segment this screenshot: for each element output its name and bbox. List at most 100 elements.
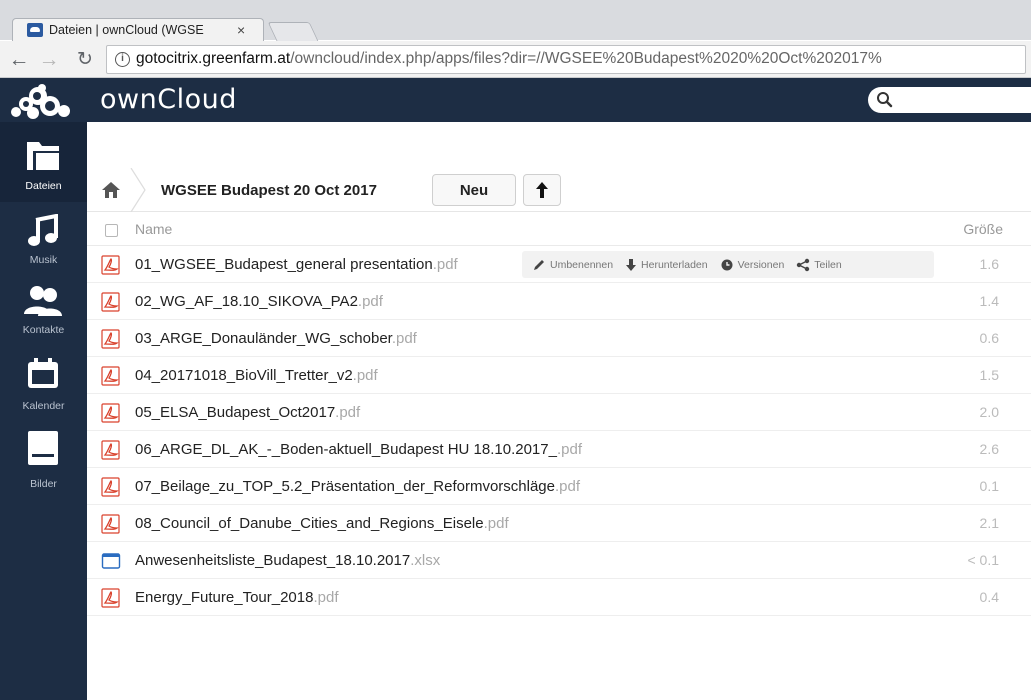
reload-icon[interactable]: ↻	[74, 50, 96, 69]
file-name[interactable]: 04_20171018_BioVill_Tretter_v2.pdf	[135, 367, 378, 384]
nav-item-musik[interactable]: Musik	[0, 202, 87, 282]
pdf-file-icon	[101, 366, 121, 386]
pdf-file-icon	[101, 588, 121, 608]
file-row-7[interactable]: 07_Beilage_zu_TOP_5.2_Präsentation_der_R…	[87, 468, 1031, 505]
nav-item-bilder[interactable]: Bilder	[0, 431, 87, 522]
rename-action[interactable]: Umbenennen	[532, 258, 613, 272]
file-table-header: Name Größe	[87, 212, 1031, 246]
file-basename: 04_20171018_BioVill_Tretter_v2	[135, 367, 353, 384]
pdf-file-icon	[101, 514, 121, 534]
home-icon[interactable]	[101, 180, 121, 200]
file-name[interactable]: 05_ELSA_Budapest_Oct2017.pdf	[135, 404, 360, 421]
file-extension: .pdf	[432, 256, 458, 273]
breadcrumb-separator	[130, 168, 146, 212]
file-extension: .pdf	[313, 589, 339, 606]
pictures-icon	[28, 431, 58, 465]
share-action[interactable]: Teilen	[796, 258, 842, 272]
file-name[interactable]: 06_ARGE_DL_AK_-_Boden-aktuell_Budapest H…	[135, 441, 582, 458]
nav-label-dateien: Dateien	[25, 180, 62, 192]
tab-title: Dateien | ownCloud (WGSE	[49, 23, 204, 37]
file-basename: 03_ARGE_Donauländer_WG_schober	[135, 330, 392, 347]
file-size: 0.1	[979, 478, 999, 494]
file-extension: .pdf	[391, 330, 417, 347]
file-basename: 06_ARGE_DL_AK_-_Boden-aktuell_Budapest H…	[135, 441, 557, 458]
file-row-8[interactable]: 08_Council_of_Danube_Cities_and_Regions_…	[87, 505, 1031, 542]
select-all-checkbox[interactable]	[105, 224, 118, 237]
file-size: 0.6	[979, 330, 999, 346]
file-name[interactable]: 08_Council_of_Danube_Cities_and_Regions_…	[135, 515, 509, 532]
nav-label-bilder: Bilder	[30, 478, 57, 490]
controls-bar: WGSEE Budapest 20 Oct 2017 Neu	[87, 168, 1031, 212]
music-icon	[28, 214, 58, 246]
spreadsheet-file-icon	[101, 551, 121, 571]
column-header-size[interactable]: Größe	[963, 221, 1003, 237]
history-icon	[721, 259, 733, 270]
versions-action[interactable]: Versionen	[720, 258, 784, 272]
file-name[interactable]: 02_WG_AF_18.10_SIKOVA_PA2.pdf	[135, 293, 383, 310]
file-size: < 0.1	[967, 552, 999, 568]
file-name[interactable]: Energy_Future_Tour_2018.pdf	[135, 589, 339, 606]
file-extension: .pdf	[335, 404, 361, 421]
file-basename: 08_Council_of_Danube_Cities_and_Regions_…	[135, 515, 484, 532]
new-tab-button[interactable]	[267, 22, 319, 41]
file-row-6[interactable]: 06_ARGE_DL_AK_-_Boden-aktuell_Budapest H…	[87, 431, 1031, 468]
upload-arrow-icon	[536, 182, 548, 198]
download-action[interactable]: Herunterladen	[625, 258, 708, 272]
address-bar[interactable]: i gotocitrix.greenfarm.at/owncloud/index…	[106, 44, 1026, 74]
file-name[interactable]: 01_WGSEE_Budapest_general presentation.p…	[135, 256, 458, 273]
file-size: 2.6	[979, 441, 999, 457]
url-host: gotocitrix.greenfarm.at	[136, 50, 291, 67]
pdf-file-icon	[101, 329, 121, 349]
file-size: 1.6	[979, 256, 999, 272]
file-extension: .pdf	[483, 515, 509, 532]
owncloud-logo-icon[interactable]	[4, 82, 100, 120]
contacts-icon	[24, 286, 62, 316]
url-path: /owncloud/index.php/apps/files?dir=//WGS…	[290, 50, 882, 67]
app-navigation: Dateien Musik Kontakte Kalender Bilder	[0, 122, 87, 700]
pdf-file-icon	[101, 255, 121, 275]
file-basename: 07_Beilage_zu_TOP_5.2_Präsentation_der_R…	[135, 478, 555, 495]
share-icon	[797, 258, 810, 271]
nav-label-kalender: Kalender	[22, 400, 65, 412]
upload-button[interactable]	[523, 174, 561, 206]
file-row-3[interactable]: 03_ARGE_Donauländer_WG_schober.pdf 0.6	[87, 320, 1031, 357]
new-button[interactable]: Neu	[432, 174, 516, 206]
folder-icon	[27, 142, 59, 170]
column-header-name[interactable]: Name	[135, 221, 172, 237]
download-icon	[626, 258, 637, 271]
forward-arrow-icon[interactable]: →	[38, 49, 60, 70]
owncloud-header: ownCloud	[0, 78, 1031, 122]
share-label: Teilen	[814, 258, 842, 271]
calendar-icon	[28, 358, 58, 388]
file-row-9[interactable]: Anwesenheitsliste_Budapest_18.10.2017.xl…	[87, 542, 1031, 579]
file-name[interactable]: Anwesenheitsliste_Budapest_18.10.2017.xl…	[135, 552, 440, 569]
nav-item-dateien[interactable]: Dateien	[0, 122, 87, 202]
tab-close-icon[interactable]: ×	[237, 22, 245, 38]
file-row-1[interactable]: 01_WGSEE_Budapest_general presentation.p…	[87, 246, 1031, 283]
pdf-file-icon	[101, 440, 121, 460]
file-basename: 02_WG_AF_18.10_SIKOVA_PA2	[135, 293, 358, 310]
file-row-4[interactable]: 04_20171018_BioVill_Tretter_v2.pdf 1.5	[87, 357, 1031, 394]
file-name[interactable]: 07_Beilage_zu_TOP_5.2_Präsentation_der_R…	[135, 478, 580, 495]
rename-label: Umbenennen	[550, 258, 614, 271]
file-row-5[interactable]: 05_ELSA_Budapest_Oct2017.pdf 2.0	[87, 394, 1031, 431]
nav-item-kontakte[interactable]: Kontakte	[0, 282, 87, 362]
file-row-10[interactable]: Energy_Future_Tour_2018.pdf 0.4	[87, 579, 1031, 616]
file-size: 0.4	[979, 589, 999, 605]
browser-tabstrip: Dateien | ownCloud (WGSE ×	[0, 0, 1031, 41]
browser-tab[interactable]: Dateien | ownCloud (WGSE ×	[12, 18, 264, 41]
pdf-file-icon	[101, 403, 121, 423]
pdf-file-icon	[101, 292, 121, 312]
pdf-file-icon	[101, 477, 121, 497]
download-label: Herunterladen	[641, 258, 708, 271]
file-basename: 05_ELSA_Budapest_Oct2017	[135, 404, 336, 421]
file-extension: .pdf	[352, 367, 378, 384]
file-row-2[interactable]: 02_WG_AF_18.10_SIKOVA_PA2.pdf 1.4	[87, 283, 1031, 320]
info-icon[interactable]: i	[115, 51, 130, 67]
back-arrow-icon[interactable]: ←	[8, 49, 30, 70]
file-size: 1.4	[979, 293, 999, 309]
nav-label-musik: Musik	[29, 254, 58, 266]
file-name[interactable]: 03_ARGE_Donauländer_WG_schober.pdf	[135, 330, 417, 347]
breadcrumb-current-folder[interactable]: WGSEE Budapest 20 Oct 2017	[161, 182, 377, 199]
file-basename: 01_WGSEE_Budapest_general presentation	[135, 256, 433, 273]
